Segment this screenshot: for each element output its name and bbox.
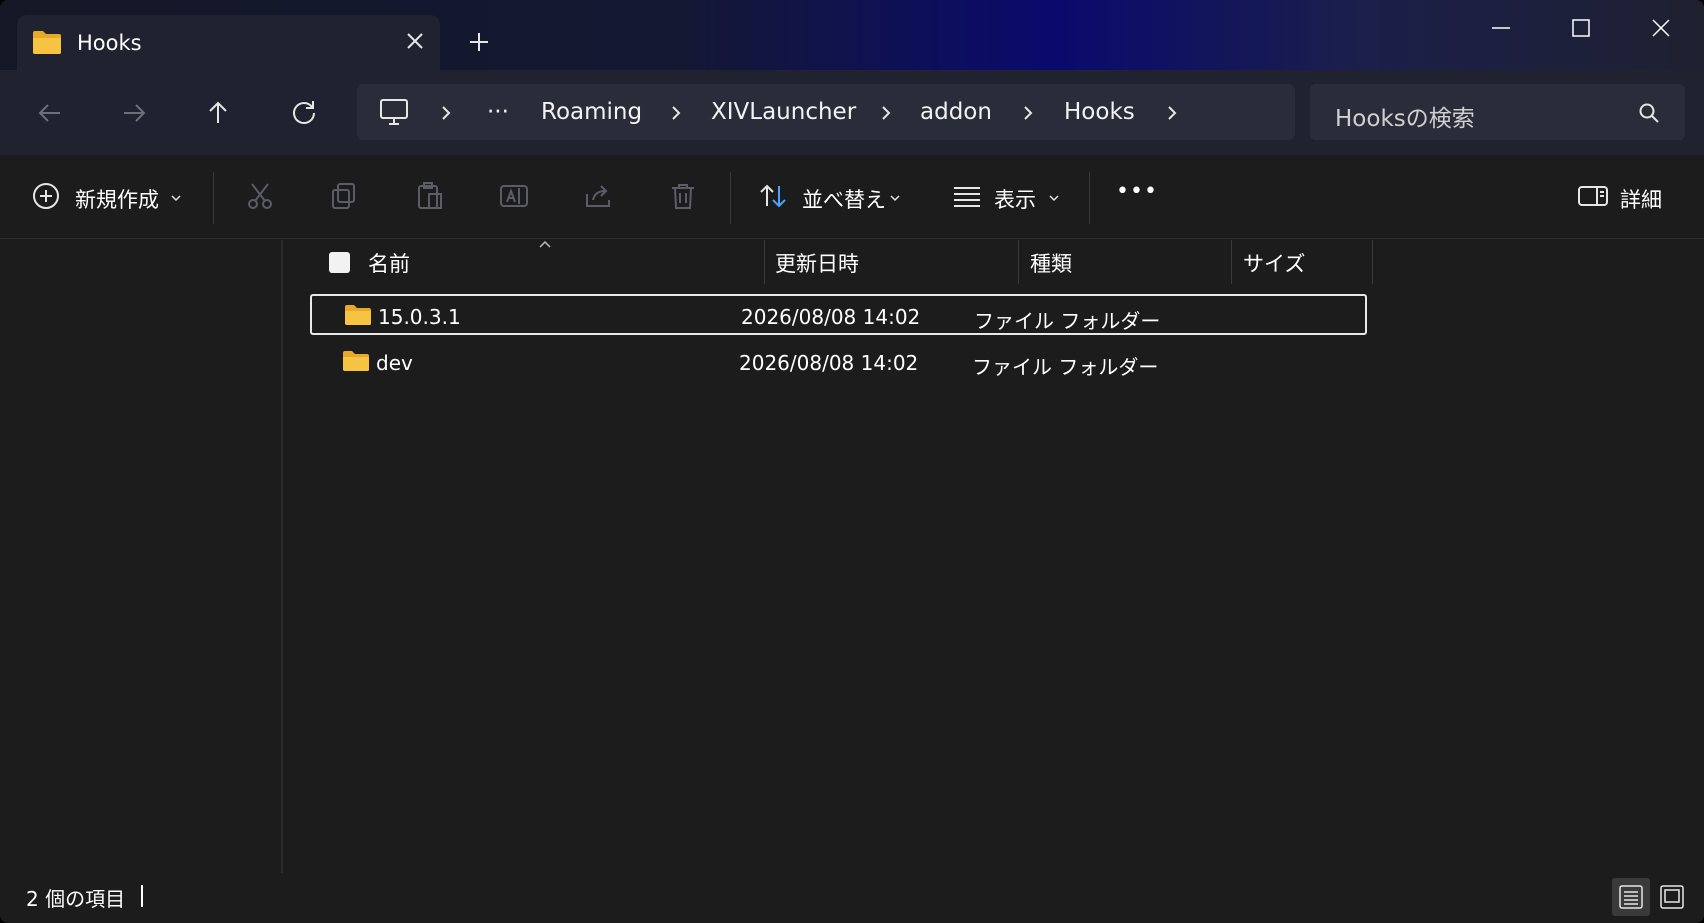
search-placeholder: Hooksの検索 — [1335, 106, 1475, 132]
maximize-icon[interactable] — [1561, 14, 1601, 44]
breadcrumb-addon[interactable]: addon — [920, 99, 992, 125]
chevron-down-icon[interactable] — [1048, 194, 1060, 202]
breadcrumb-xivlauncher[interactable]: XIVLauncher — [711, 99, 856, 125]
tab-hooks[interactable]: Hooks — [17, 15, 440, 70]
chevron-right-icon[interactable] — [879, 104, 893, 122]
file-type: ファイル フォルダー — [974, 309, 1161, 333]
file-name[interactable]: dev — [376, 351, 413, 375]
details-view-icon — [1619, 885, 1643, 909]
item-count: 2 個の項目 — [26, 887, 126, 911]
chevron-right-icon[interactable] — [439, 104, 453, 122]
this-pc-icon[interactable] — [379, 98, 409, 126]
status-bar: 2 個の項目 — [0, 873, 1704, 923]
tab-title: Hooks — [77, 31, 142, 55]
chevron-down-icon[interactable] — [889, 194, 901, 202]
file-name[interactable]: 15.0.3.1 — [378, 305, 461, 329]
navigation-pane[interactable] — [0, 240, 283, 873]
search-icon[interactable] — [1637, 101, 1661, 125]
new-button[interactable]: 新規作成 — [75, 184, 159, 214]
explorer-window: Hooks ··· Roaming XIVLauncher addon Hook… — [0, 0, 1704, 923]
folder-icon — [343, 351, 369, 371]
view-list-icon[interactable] — [951, 180, 983, 212]
large-icons-view-icon — [1660, 885, 1684, 909]
chevron-right-icon[interactable] — [1165, 104, 1179, 122]
chevron-right-icon[interactable] — [669, 104, 683, 122]
table-row[interactable]: dev 2026/08/08 14:02 ファイル フォルダー — [310, 342, 1367, 383]
share-icon[interactable] — [583, 180, 615, 212]
sort-icon[interactable] — [757, 180, 789, 212]
search-input[interactable]: Hooksの検索 — [1310, 84, 1685, 140]
cut-icon[interactable] — [244, 180, 276, 212]
table-row[interactable]: 15.0.3.1 2026/08/08 14:02 ファイル フォルダー — [310, 294, 1367, 335]
close-icon[interactable] — [403, 29, 427, 53]
column-header-modified[interactable]: 更新日時 — [775, 248, 859, 278]
details-view-button[interactable] — [1612, 878, 1650, 916]
copy-icon[interactable] — [328, 180, 360, 212]
column-header-size[interactable]: サイズ — [1243, 248, 1305, 278]
arrow-up-icon[interactable] — [200, 95, 236, 131]
folder-icon — [345, 305, 371, 325]
breadcrumb-hooks[interactable]: Hooks — [1064, 99, 1135, 125]
column-header-name[interactable]: 名前 — [368, 248, 410, 278]
select-all-checkbox[interactable] — [329, 252, 350, 273]
more-options-button[interactable]: ••• — [1116, 179, 1158, 204]
rename-icon[interactable] — [498, 180, 530, 212]
details-pane-icon[interactable] — [1577, 180, 1609, 212]
address-bar[interactable]: ··· Roaming XIVLauncher addon Hooks — [357, 84, 1295, 140]
plus-icon[interactable] — [466, 29, 492, 55]
plus-circle-icon[interactable] — [30, 180, 62, 212]
file-modified: 2026/08/08 14:02 — [739, 351, 919, 375]
folder-icon — [33, 31, 61, 54]
refresh-icon[interactable] — [286, 95, 322, 131]
close-window-icon[interactable] — [1641, 14, 1681, 44]
file-list: 名前 更新日時 種類 サイズ 15.0.3.1 2026/08/08 14:02… — [285, 240, 1704, 873]
file-modified: 2026/08/08 14:02 — [741, 305, 921, 329]
arrow-right-icon[interactable] — [116, 95, 152, 131]
breadcrumb-overflow[interactable]: ··· — [487, 99, 509, 125]
sort-ascending-icon — [539, 240, 551, 248]
text-caret — [141, 885, 143, 907]
title-bar: Hooks — [0, 0, 1704, 70]
command-bar: 新規作成 並べ替え 表示 ••• 詳細 — [0, 155, 1704, 239]
file-type: ファイル フォルダー — [972, 355, 1159, 379]
minimize-icon[interactable] — [1481, 14, 1521, 44]
column-header-type[interactable]: 種類 — [1030, 248, 1072, 278]
breadcrumb-roaming[interactable]: Roaming — [541, 99, 642, 125]
delete-icon[interactable] — [667, 180, 699, 212]
navigation-bar: ··· Roaming XIVLauncher addon Hooks Hook… — [0, 70, 1704, 155]
large-icons-view-button[interactable] — [1653, 878, 1691, 916]
arrow-left-icon[interactable] — [32, 95, 68, 131]
sort-button[interactable]: 並べ替え — [802, 184, 886, 214]
chevron-right-icon[interactable] — [1021, 104, 1035, 122]
paste-icon[interactable] — [414, 180, 446, 212]
chevron-down-icon[interactable] — [170, 194, 182, 202]
details-button[interactable]: 詳細 — [1620, 184, 1662, 214]
view-button[interactable]: 表示 — [994, 184, 1036, 214]
